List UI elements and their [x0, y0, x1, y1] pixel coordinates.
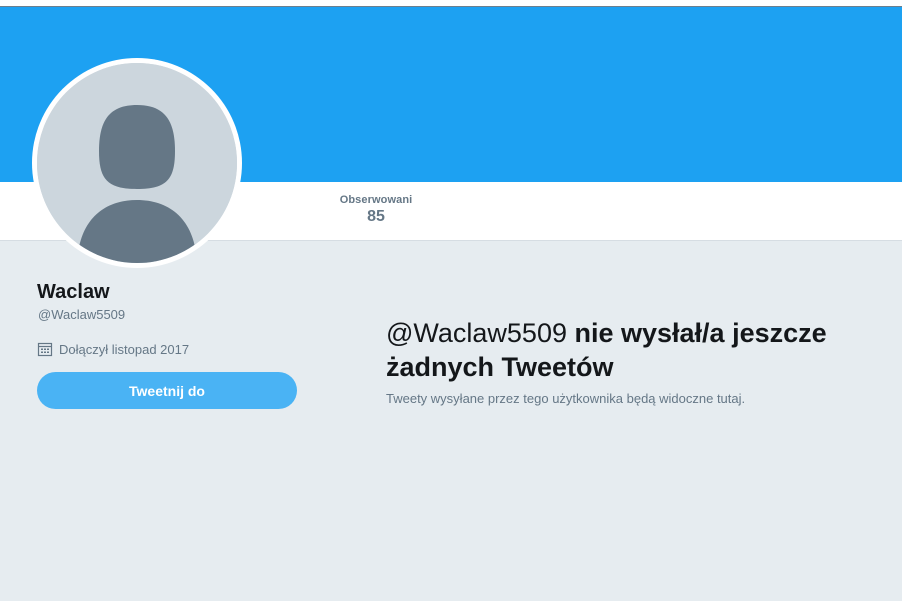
profile-page: Obserwowani 85 Waclaw @Waclaw5509 Dołącz… — [0, 0, 902, 601]
avatar-silhouette-svg — [37, 63, 237, 263]
joined-date-text: Dołączył listopad 2017 — [59, 341, 190, 357]
following-stat-link[interactable]: Obserwowani 85 — [330, 194, 422, 226]
following-stat-value: 85 — [367, 208, 385, 225]
empty-timeline-title: @Waclaw5509 nie wysłał/a jeszcze żadnych… — [386, 316, 856, 384]
calendar-icon — [37, 341, 53, 357]
following-stat-label: Obserwowani — [339, 194, 413, 206]
empty-timeline-handle: @Waclaw5509 — [386, 318, 567, 348]
profile-handle: @Waclaw5509 — [38, 307, 126, 322]
default-user-silhouette-icon — [37, 63, 237, 263]
joined-date: Dołączył listopad 2017 — [37, 341, 189, 357]
empty-timeline-subtitle: Tweety wysyłane przez tego użytkownika b… — [386, 391, 746, 406]
avatar[interactable] — [32, 58, 242, 268]
top-strip — [0, 0, 902, 7]
tweet-to-button[interactable]: Tweetnij do — [37, 372, 297, 409]
profile-name: Waclaw — [37, 281, 110, 303]
